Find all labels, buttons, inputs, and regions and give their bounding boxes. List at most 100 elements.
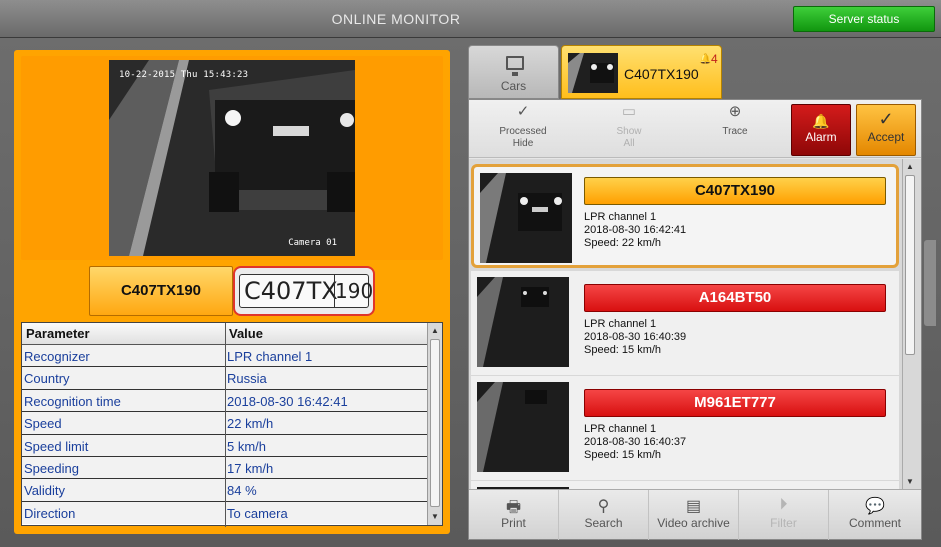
- event-plate: M961ET777: [584, 389, 886, 417]
- video-archive-button[interactable]: ▤ Video archive: [649, 490, 739, 540]
- alarm-button[interactable]: 🔔 Alarm: [791, 104, 851, 156]
- side-panel-handle[interactable]: [924, 240, 936, 326]
- scroll-up-icon[interactable]: ▲: [429, 325, 441, 337]
- show-all-icon: ▭: [621, 103, 637, 120]
- tab-plate-label: C407TX190: [624, 66, 699, 82]
- search-button[interactable]: ⚲ Search: [559, 490, 649, 540]
- row-param: Recognition time: [24, 393, 121, 409]
- plate-crop-number: C407TX: [244, 277, 338, 305]
- event-info: LPR channel 1 2018-08-30 16:40:37 Speed:…: [584, 423, 686, 462]
- event-time: 2018-08-30 16:40:37: [584, 436, 687, 448]
- film-icon: ▤: [685, 498, 702, 515]
- checkmark-icon: ✓: [878, 109, 894, 129]
- camera-name: Camera 01: [288, 238, 337, 248]
- tab-cars-label: Cars: [500, 79, 527, 93]
- plate-crop-image[interactable]: C407TX 190: [233, 266, 375, 316]
- scroll-up-icon[interactable]: ▲: [904, 162, 916, 171]
- event-speed: Speed: 22 km/h: [584, 237, 662, 249]
- row-param: Direction: [24, 505, 76, 521]
- alarm-count-badge: 4: [711, 52, 718, 66]
- alarm-label: Alarm: [805, 130, 837, 144]
- processed-hide-button[interactable]: ✓ Processed Hide: [493, 103, 553, 150]
- plate-crop-inner: C407TX 190: [239, 274, 373, 308]
- event-channel: LPR channel 1: [584, 318, 657, 330]
- row-value: LPR channel 1: [227, 349, 313, 364]
- window-title: ONLINE MONITOR: [331, 11, 461, 27]
- events-scrollbar[interactable]: ▲ ▼: [902, 159, 917, 489]
- table-scrollbar[interactable]: ▲ ▼: [427, 323, 442, 525]
- accept-button[interactable]: ✓ Accept: [856, 104, 916, 156]
- event-time: 2018-08-30 16:40:39: [584, 331, 687, 343]
- search-icon: ⚲: [597, 498, 610, 515]
- comment-button[interactable]: 💬 Comment: [829, 490, 921, 540]
- row-value: Russia: [227, 371, 267, 387]
- tab-plate-thumbnail: [568, 53, 618, 93]
- row-value: 2018-08-30 16:42:41: [227, 393, 348, 409]
- events-panel: ✓ Processed Hide ▭ Show All ⊕ Trace 🔔 Al…: [468, 99, 922, 540]
- event-channel: LPR channel 1: [584, 211, 657, 223]
- row-value: 22 km/h: [227, 416, 274, 432]
- camera-frame-area: 10-22-2015 Thu 15:43:23 Camera 01: [21, 56, 443, 260]
- row-value: 5 km/h: [227, 438, 267, 454]
- event-thumbnail: [477, 382, 569, 472]
- show-all-label: Show All: [616, 126, 642, 149]
- event-scene: [480, 173, 562, 263]
- event-speed: Speed: 15 km/h: [584, 449, 662, 461]
- print-button[interactable]: 🖶 Print: [469, 490, 559, 540]
- trace-label: Trace: [722, 126, 748, 137]
- plate-crop-region: 190: [334, 275, 373, 307]
- printer-icon: 🖶: [505, 499, 522, 516]
- processed-hide-label: Processed Hide: [499, 126, 547, 149]
- list-item[interactable]: [471, 481, 899, 489]
- event-speed: Speed: 15 km/h: [584, 344, 662, 356]
- column-header-parameter[interactable]: Parameter: [26, 326, 90, 341]
- row-param: Validity: [24, 483, 65, 499]
- camera-snapshot[interactable]: 10-22-2015 Thu 15:43:23 Camera 01: [109, 60, 355, 256]
- parameters-table: Parameter Value Recognizer LPR channel 1…: [21, 322, 443, 527]
- filter-button[interactable]: ⏵ Filter: [739, 490, 829, 540]
- event-scene: [477, 382, 547, 472]
- tab-thumbnail-scene: [568, 53, 614, 93]
- title-bar: ONLINE MONITOR Server status: [0, 0, 941, 38]
- list-item[interactable]: C407TX190 LPR channel 1 2018-08-30 16:42…: [471, 164, 899, 268]
- video-archive-label: Video archive: [657, 516, 730, 530]
- recognized-plate-button[interactable]: C407TX190: [89, 266, 233, 316]
- event-info: LPR channel 1 2018-08-30 16:42:41 Speed:…: [584, 211, 686, 250]
- processed-hide-icon: ✓: [516, 103, 530, 120]
- row-param: Speeding: [24, 461, 79, 476]
- event-plate: C407TX190: [584, 177, 886, 205]
- recognition-details-panel: 10-22-2015 Thu 15:43:23 Camera 01 C407TX…: [14, 50, 450, 534]
- comment-icon: 💬: [865, 498, 885, 515]
- scroll-down-icon[interactable]: ▼: [429, 511, 441, 523]
- list-item[interactable]: M961ET777 LPR channel 1 2018-08-30 16:40…: [471, 376, 899, 480]
- event-scene: [477, 277, 549, 367]
- row-value: 17 km/h: [227, 461, 274, 476]
- event-plate: A164BT50: [584, 284, 886, 312]
- event-channel: LPR channel 1: [584, 423, 657, 435]
- scroll-down-icon[interactable]: ▼: [904, 477, 916, 486]
- tab-plate-event[interactable]: C407TX190 🔔 4: [561, 45, 722, 99]
- server-status-button[interactable]: Server status: [793, 6, 935, 32]
- search-label: Search: [584, 516, 623, 530]
- camera-scene: [109, 60, 355, 256]
- column-separator: [225, 323, 226, 527]
- event-thumbnail: [480, 173, 572, 263]
- list-item[interactable]: A164BT50 LPR channel 1 2018-08-30 16:40:…: [471, 271, 899, 375]
- trace-button[interactable]: ⊕ Trace: [705, 103, 765, 138]
- bottom-toolbar: 🖶 Print ⚲ Search ▤ Video archive ⏵ Filte…: [469, 489, 921, 540]
- event-info: LPR channel 1 2018-08-30 16:40:39 Speed:…: [584, 318, 686, 357]
- comment-label: Comment: [848, 516, 901, 530]
- row-param: Speed limit: [24, 438, 89, 454]
- trace-icon: ⊕: [728, 103, 742, 120]
- show-all-button[interactable]: ▭ Show All: [599, 103, 659, 150]
- event-time: 2018-08-30 16:42:41: [584, 224, 687, 236]
- print-label: Print: [501, 516, 526, 530]
- scroll-thumb[interactable]: [905, 175, 915, 355]
- accept-label: Accept: [867, 130, 905, 144]
- camera-timestamp: 10-22-2015 Thu 15:43:23: [119, 70, 249, 80]
- filter-icon: ⏵: [779, 496, 788, 513]
- scroll-thumb[interactable]: [430, 339, 440, 507]
- event-thumbnail: [477, 277, 569, 367]
- tab-cars[interactable]: Cars: [468, 45, 559, 99]
- column-header-value[interactable]: Value: [229, 326, 263, 341]
